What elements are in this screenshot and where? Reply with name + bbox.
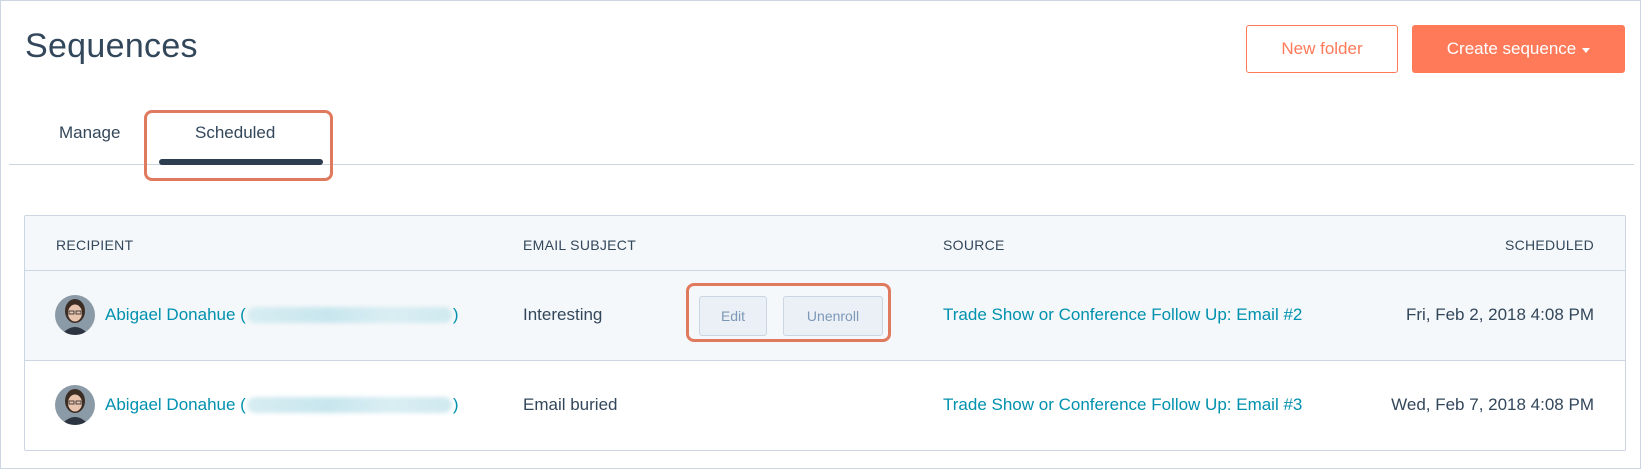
tab-manage[interactable]: Manage: [59, 123, 120, 143]
tab-highlight-box: [144, 110, 333, 181]
recipient-close-paren: ): [452, 395, 459, 414]
column-header-email-subject[interactable]: EMAIL SUBJECT: [523, 237, 636, 253]
redacted-email: [246, 307, 452, 323]
recipient-close-paren: ): [452, 305, 459, 324]
app-window: Sequences New folder Create sequence Man…: [0, 0, 1641, 469]
avatar: [55, 295, 95, 335]
column-header-recipient[interactable]: RECIPIENT: [56, 237, 133, 253]
recipient-link[interactable]: Abigael Donahue ( ): [105, 305, 459, 325]
email-subject: Email buried: [523, 395, 618, 414]
table-row: Abigael Donahue ( ) Email buried Trade S…: [25, 361, 1625, 450]
create-sequence-button[interactable]: Create sequence: [1412, 25, 1625, 73]
avatar: [55, 385, 95, 425]
scheduled-time: Fri, Feb 2, 2018 4:08 PM: [1405, 305, 1594, 324]
new-folder-button[interactable]: New folder: [1246, 25, 1398, 73]
email-subject: Interesting: [523, 305, 603, 324]
create-sequence-label: Create sequence: [1446, 39, 1577, 58]
actions-highlight-box: [686, 283, 891, 342]
table-header: RECIPIENT EMAIL SUBJECT SOURCE SCHEDULED: [25, 216, 1625, 271]
caret-down-icon: [1582, 47, 1591, 53]
page-title: Sequences: [25, 27, 198, 65]
redacted-email: [246, 397, 452, 413]
source-link[interactable]: Trade Show or Conference Follow Up: Emai…: [943, 395, 1302, 415]
source-link[interactable]: Trade Show or Conference Follow Up: Emai…: [943, 305, 1302, 325]
column-header-scheduled[interactable]: SCHEDULED: [1505, 237, 1594, 253]
scheduled-time: Wed, Feb 7, 2018 4:08 PM: [1391, 395, 1594, 414]
recipient-name: Abigael Donahue (: [105, 395, 246, 414]
recipient-name: Abigael Donahue (: [105, 305, 246, 324]
recipient-link[interactable]: Abigael Donahue ( ): [105, 395, 459, 415]
column-header-source[interactable]: SOURCE: [943, 237, 1005, 253]
